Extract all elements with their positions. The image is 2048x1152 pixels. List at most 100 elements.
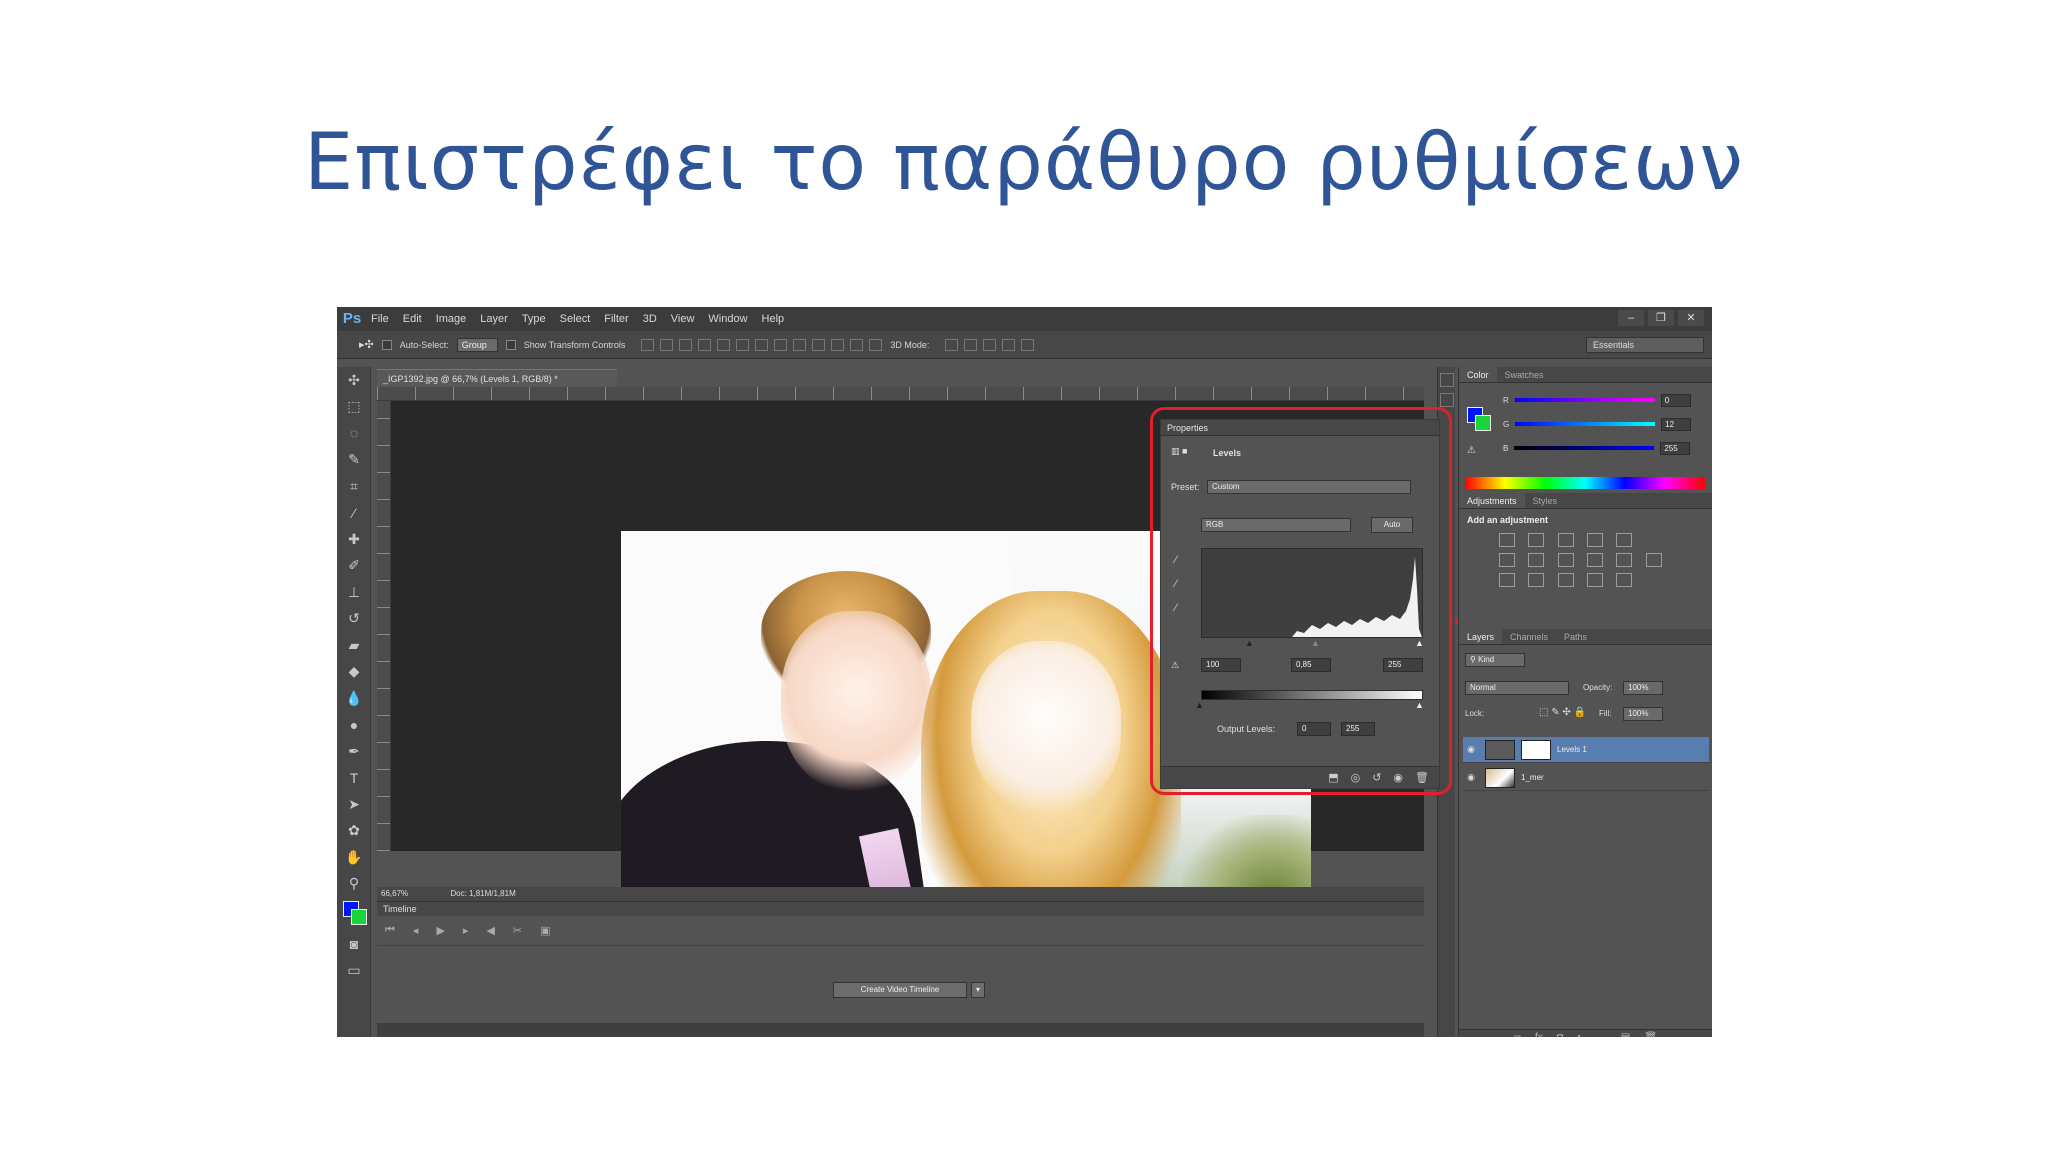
document-tab[interactable]: _IGP1392.jpg @ 66,7% (Levels 1, RGB/8) * [377, 369, 617, 387]
menu-type[interactable]: Type [522, 313, 546, 325]
gradient-map-icon[interactable] [1616, 573, 1633, 587]
history-brush-icon[interactable]: ↺ [337, 606, 371, 633]
lasso-tool-icon[interactable]: ◌ [337, 420, 371, 447]
audio-icon[interactable]: ◀ [486, 924, 494, 937]
vibrance-icon[interactable] [1616, 533, 1633, 547]
menu-view[interactable]: View [671, 313, 695, 325]
move-tool-icon[interactable]: ✣ [337, 367, 371, 394]
clone-stamp-icon[interactable]: ⊥ [337, 579, 371, 606]
tab-color[interactable]: Color [1459, 367, 1497, 382]
color-lookup-icon[interactable] [1645, 553, 1662, 567]
hue-saturation-icon[interactable] [1499, 553, 1515, 567]
split-icon[interactable]: ✂ [513, 924, 522, 937]
new-group-icon[interactable]: ▬ [1597, 1032, 1607, 1037]
menu-edit[interactable]: Edit [403, 313, 422, 325]
layer-row-levels[interactable]: ◉ Levels 1 [1463, 737, 1709, 763]
color-swatches[interactable] [337, 897, 371, 931]
align-right-icon[interactable] [736, 338, 750, 351]
path-select-icon[interactable]: ➤ [337, 791, 371, 818]
distribute-left-icon[interactable] [812, 338, 826, 351]
align-middle-icon[interactable] [660, 338, 674, 351]
menu-layer[interactable]: Layer [480, 313, 508, 325]
3d-rotate-icon[interactable] [945, 338, 959, 351]
shape-tool-icon[interactable]: ✿ [337, 818, 371, 845]
add-mask-icon[interactable]: ◘ [1557, 1032, 1563, 1037]
new-layer-icon[interactable]: ▤ [1621, 1032, 1630, 1037]
align-bottom-icon[interactable] [679, 338, 693, 351]
play-icon[interactable]: ▶ [436, 924, 444, 937]
paint-bucket-icon[interactable]: ◆ [337, 659, 371, 686]
adjustment-thumbnail[interactable] [1485, 739, 1515, 760]
align-left-icon[interactable] [698, 338, 712, 351]
gamut-warning-icon[interactable]: ⚠ [1467, 445, 1476, 456]
color-spectrum[interactable] [1465, 477, 1705, 489]
invert-icon[interactable] [1499, 573, 1515, 587]
next-frame-icon[interactable]: ▸ [463, 924, 469, 937]
3d-drag-icon[interactable] [983, 338, 997, 351]
history-icon[interactable] [1440, 373, 1454, 387]
auto-align-icon[interactable] [869, 338, 883, 351]
layer-name[interactable]: Levels 1 [1557, 745, 1587, 754]
threshold-icon[interactable] [1557, 573, 1574, 587]
distribute-top-icon[interactable] [755, 338, 769, 351]
auto-select-checkbox[interactable] [381, 339, 392, 350]
move-tool-icon[interactable]: ▸✣ [359, 338, 374, 351]
screen-mode-icon[interactable]: ▭ [337, 958, 371, 985]
tab-paths[interactable]: Paths [1556, 629, 1595, 644]
menu-file[interactable]: File [371, 313, 389, 325]
tab-swatches[interactable]: Swatches [1497, 367, 1552, 382]
black-white-icon[interactable] [1557, 553, 1574, 567]
distribute-right-icon[interactable] [850, 338, 864, 351]
tab-channels[interactable]: Channels [1502, 629, 1556, 644]
tab-adjustments[interactable]: Adjustments [1459, 493, 1525, 508]
menu-image[interactable]: Image [436, 313, 467, 325]
eye-icon[interactable]: ◉ [1463, 744, 1479, 755]
exposure-icon[interactable] [1587, 533, 1603, 547]
type-tool-icon[interactable]: T [337, 765, 371, 792]
blur-tool-icon[interactable]: 💧 [337, 685, 371, 712]
workspace-dropdown[interactable]: Essentials [1586, 337, 1704, 353]
background-color-swatch[interactable] [351, 909, 367, 925]
lock-icons[interactable]: ⬚ ✎ ✣ 🔒 [1539, 707, 1586, 718]
eye-icon[interactable]: ◉ [1463, 772, 1479, 783]
3d-scale-icon[interactable] [1021, 338, 1035, 351]
tab-styles[interactable]: Styles [1525, 493, 1566, 508]
first-frame-icon[interactable]: ⏮ [385, 924, 395, 937]
link-icon[interactable]: ∞ [1514, 1032, 1521, 1037]
zoom-tool-icon[interactable]: ⚲ [337, 871, 371, 898]
delete-layer-icon[interactable]: 🗑 [1644, 1032, 1657, 1037]
3d-roll-icon[interactable] [964, 338, 978, 351]
image-thumbnail[interactable] [1485, 767, 1515, 788]
crop-tool-icon[interactable]: ⌗ [337, 473, 371, 500]
distribute-bottom-icon[interactable] [793, 338, 807, 351]
restore-button[interactable]: ❐ [1648, 310, 1674, 326]
opacity-field[interactable]: 100% [1623, 681, 1663, 695]
close-button[interactable]: ✕ [1678, 310, 1704, 326]
minimize-button[interactable]: – [1618, 310, 1644, 326]
zoom-level[interactable]: 66,67% [381, 889, 408, 898]
align-top-icon[interactable] [641, 338, 655, 351]
menu-help[interactable]: Help [762, 313, 785, 325]
mask-thumbnail[interactable] [1521, 739, 1551, 760]
blend-mode-dropdown[interactable]: Normal [1465, 681, 1569, 695]
3d-slide-icon[interactable] [1002, 338, 1016, 351]
timeline-dropdown-icon[interactable]: ▾ [971, 982, 985, 998]
slider-r[interactable]: R 0 [1503, 393, 1703, 407]
dodge-tool-icon[interactable]: ● [337, 712, 371, 739]
fx-icon[interactable]: fx [1535, 1032, 1543, 1037]
channel-mixer-icon[interactable] [1616, 553, 1633, 567]
prev-frame-icon[interactable]: ◂ [413, 924, 419, 937]
quick-mask-icon[interactable]: ◙ [337, 931, 371, 958]
menu-window[interactable]: Window [708, 313, 747, 325]
menu-3d[interactable]: 3D [643, 313, 657, 325]
posterize-icon[interactable] [1528, 573, 1545, 587]
menu-select[interactable]: Select [560, 313, 591, 325]
photo-filter-icon[interactable] [1587, 553, 1603, 567]
transform-controls-checkbox[interactable] [505, 339, 516, 350]
transition-icon[interactable]: ▣ [540, 924, 550, 937]
brush-tool-icon[interactable]: ✐ [337, 553, 371, 580]
kind-filter-dropdown[interactable]: ⚲ Kind [1465, 653, 1525, 667]
eraser-tool-icon[interactable]: ▰ [337, 632, 371, 659]
new-adjustment-icon[interactable]: ◐ [1577, 1032, 1583, 1037]
fill-field[interactable]: 100% [1623, 707, 1663, 721]
